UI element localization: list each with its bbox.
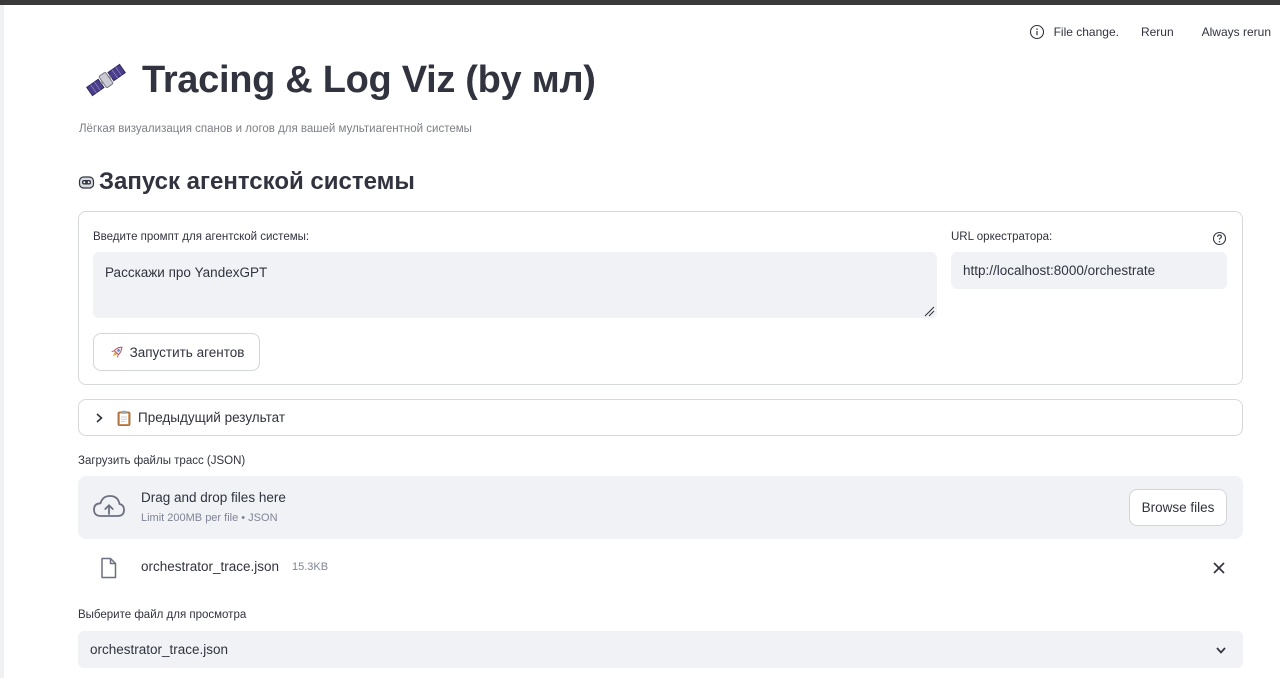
launch-agents-label: Запустить агентов	[129, 344, 245, 360]
url-label: URL оркестратора:	[951, 231, 1053, 243]
top-stripe	[0, 0, 1280, 5]
clipboard-icon	[117, 410, 131, 426]
previous-result-label: Предыдущий результат	[138, 410, 286, 425]
robot-face-icon	[78, 175, 95, 189]
page-subtitle: Лёгкая визуализация спанов и логов для в…	[79, 123, 472, 135]
orchestrator-url-input[interactable]	[951, 252, 1227, 289]
title-row: Tracing & Log Viz (by мл)	[84, 58, 596, 102]
file-select-value: orchestrator_trace.json	[90, 642, 229, 657]
file-change-text: File change.	[1053, 25, 1119, 39]
rerun-link[interactable]: Rerun	[1141, 25, 1174, 39]
uploaded-file-name: orchestrator_trace.json	[141, 559, 280, 574]
section-heading-text: Запуск агентской системы	[99, 168, 415, 195]
help-icon[interactable]	[1212, 231, 1227, 246]
always-rerun-link[interactable]: Always rerun	[1202, 25, 1271, 39]
prompt-label: Введите промпт для агентской системы:	[93, 231, 310, 243]
close-icon[interactable]	[1211, 560, 1227, 576]
cloud-upload-icon	[93, 495, 125, 517]
uploaded-file-size: 15.3KB	[292, 561, 329, 573]
page-title: Tracing & Log Viz (by мл)	[142, 58, 596, 101]
status-bar: File change. Rerun Always rerun	[1029, 24, 1271, 40]
chevron-down-icon	[1216, 647, 1226, 654]
file-icon	[101, 557, 117, 579]
prompt-textarea[interactable]: Расскажи про YandexGPT	[93, 252, 937, 318]
uploaded-file-row: orchestrator_trace.json 15.3KB	[78, 549, 1243, 587]
file-select-dropdown[interactable]: orchestrator_trace.json	[78, 631, 1243, 668]
section-heading: Запуск агентской системы	[78, 168, 415, 196]
dropzone-instruction: Drag and drop files here	[141, 490, 286, 505]
rocket-icon	[110, 346, 122, 358]
file-select-label: Выберите файл для просмотра	[78, 609, 247, 621]
left-edge	[0, 5, 4, 678]
resize-grip-icon[interactable]	[923, 305, 935, 317]
info-icon	[1029, 24, 1044, 40]
upload-label: Загрузить файлы трасс (JSON)	[78, 455, 246, 467]
chevron-right-icon	[96, 412, 103, 423]
satellite-icon	[86, 63, 126, 97]
launch-agents-button[interactable]: Запустить агентов	[93, 333, 260, 371]
file-dropzone[interactable]: Drag and drop files here Limit 200MB per…	[78, 476, 1243, 539]
dropzone-limit: Limit 200MB per file • JSON	[141, 512, 278, 524]
browse-files-button[interactable]: Browse files	[1129, 489, 1227, 526]
launch-form: Введите промпт для агентской системы: Ра…	[78, 211, 1243, 385]
previous-result-expander[interactable]: Предыдущий результат	[78, 399, 1243, 436]
